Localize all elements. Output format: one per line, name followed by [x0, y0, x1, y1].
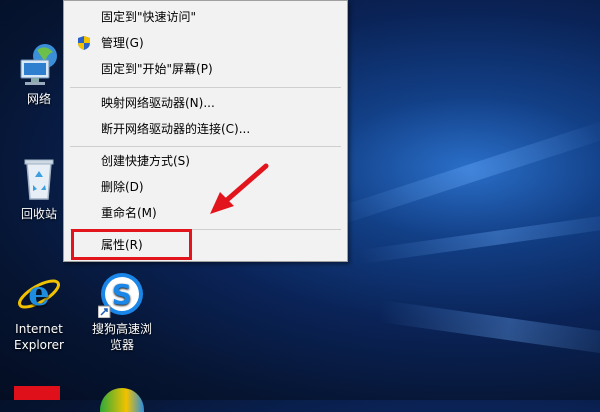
wallpaper-beam [359, 211, 600, 264]
network-icon [15, 40, 63, 88]
highlight-box [71, 229, 192, 260]
menu-item-label: 断开网络驱动器的连接(C)... [101, 122, 251, 136]
desktop-icon-partial-red[interactable] [14, 386, 60, 400]
menu-item-pin-quick-access[interactable]: 固定到"快速访问" [64, 5, 347, 29]
desktop-icon-sogou-browser[interactable]: S 搜狗高速浏 览器 [83, 270, 161, 353]
wallpaper-beam [327, 117, 600, 228]
desktop-icon-internet-explorer[interactable]: e Internet Explorer [0, 270, 78, 353]
svg-text:e: e [28, 274, 50, 314]
menu-item-label: 固定到"快速访问" [101, 10, 197, 24]
sogou-browser-icon: S [97, 270, 146, 319]
wallpaper-beam [378, 300, 600, 359]
uac-shield-icon [76, 35, 92, 51]
desktop-icon-label: Explorer [14, 338, 64, 352]
red-arrow-annotation [210, 163, 269, 214]
menu-item-label: 固定到"开始"屏幕(P) [101, 62, 213, 76]
menu-item-label: 创建快捷方式(S) [101, 154, 190, 168]
menu-item-label: 重命名(M) [101, 206, 157, 220]
desktop-icon-partial-green[interactable] [100, 388, 144, 412]
menu-item-label: 映射网络驱动器(N)... [101, 96, 215, 110]
menu-item-pin-start[interactable]: 固定到"开始"屏幕(P) [64, 57, 347, 81]
desktop-icon-label: 搜狗高速浏 [91, 322, 152, 336]
menu-item-map-network-drive[interactable]: 映射网络驱动器(N)... [64, 91, 347, 115]
desktop-icon-label: Internet [15, 322, 63, 336]
svg-text:S: S [112, 278, 132, 311]
menu-item-label: 删除(D) [101, 180, 144, 194]
menu-separator [70, 87, 341, 88]
recycle-bin-icon [15, 155, 63, 203]
desktop-icon-label: 览器 [109, 338, 134, 352]
menu-item-label: 管理(G) [101, 36, 144, 50]
context-menu: 固定到"快速访问" 管理(G) 固定到"开始"屏幕(P) 映射网络驱动器(N).… [63, 0, 348, 262]
menu-item-manage[interactable]: 管理(G) [64, 31, 347, 55]
menu-separator [70, 146, 341, 147]
menu-item-disconnect-network-drive[interactable]: 断开网络驱动器的连接(C)... [64, 117, 347, 141]
internet-explorer-icon: e [15, 270, 63, 318]
